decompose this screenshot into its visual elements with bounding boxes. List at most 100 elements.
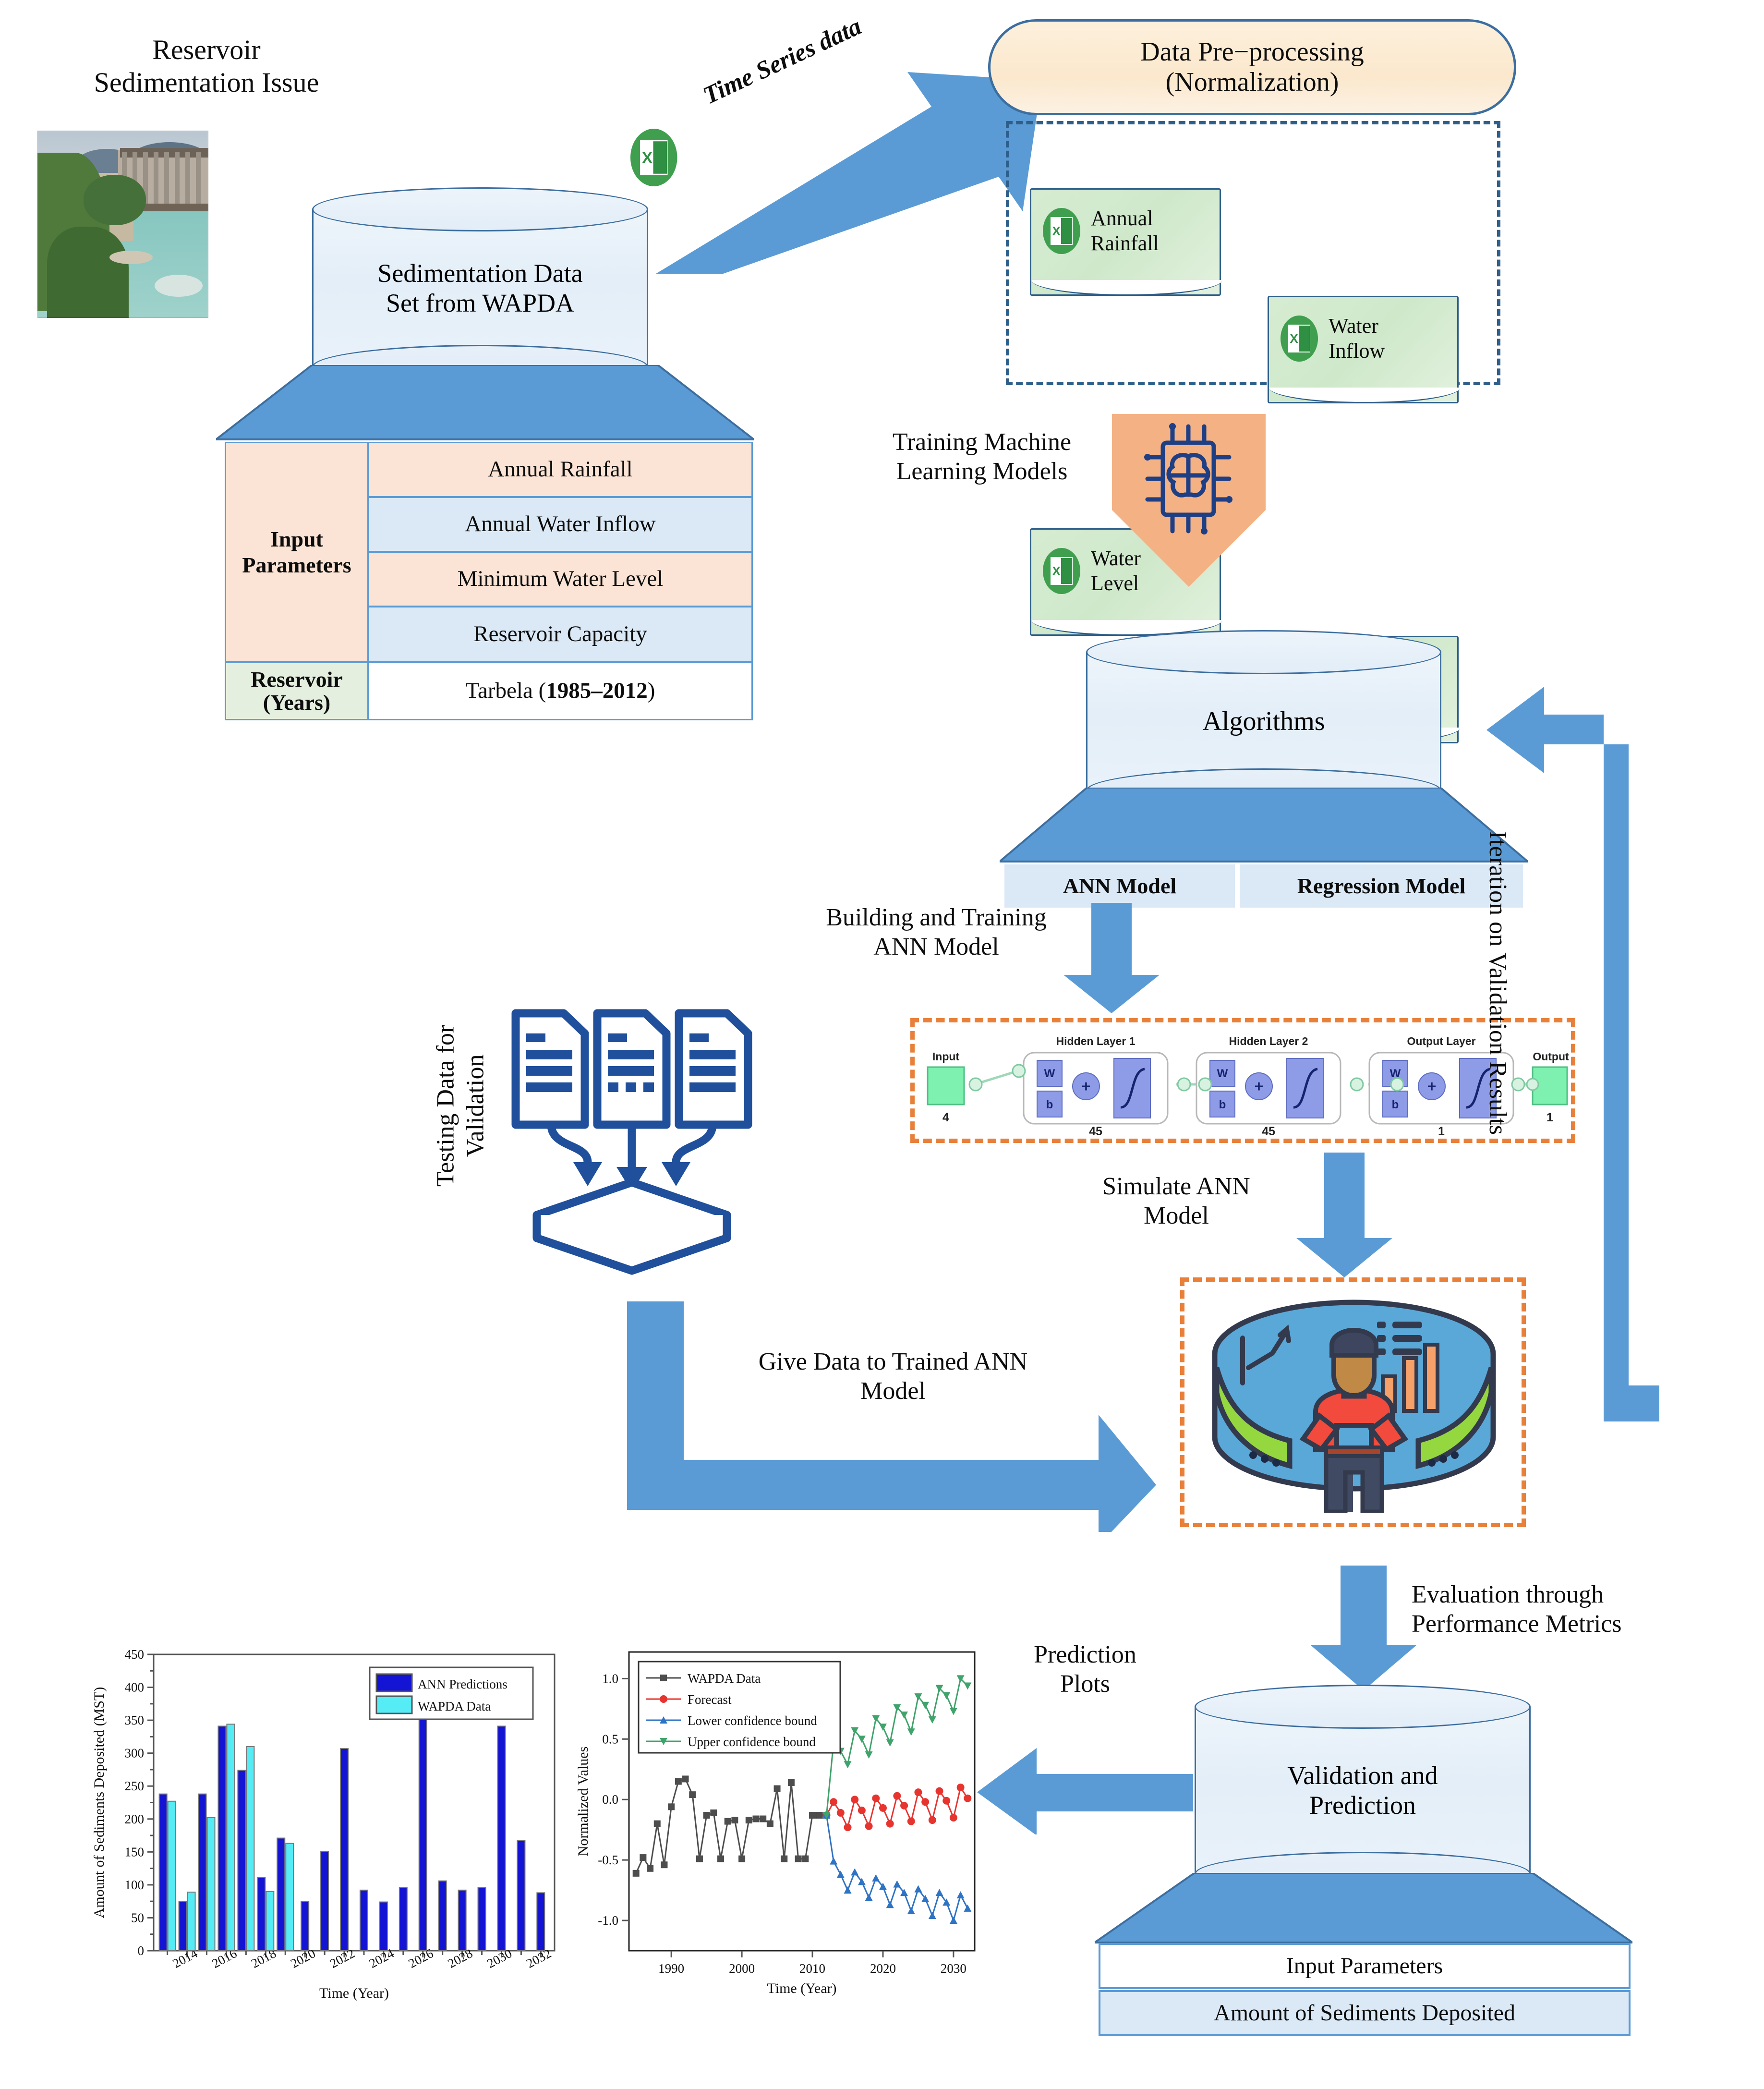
page-title: Reservoir Sedimentation Issue — [72, 34, 341, 99]
give-data-arrow — [627, 1301, 1156, 1532]
algorithms-label: Algorithms — [1202, 706, 1325, 736]
bar-ann-2029 — [477, 1887, 486, 1952]
row-header2-line1: Reservoir — [251, 667, 343, 692]
svg-text:2000: 2000 — [729, 1961, 755, 1976]
evaluation-line2: Performance Metrics — [1412, 1610, 1622, 1638]
svg-text:WAPDA Data: WAPDA Data — [688, 1671, 761, 1686]
card-line1: Water — [1329, 314, 1378, 338]
reservoir-year-range: 1985‒2012 — [546, 678, 648, 704]
bar-ann-2030 — [497, 1725, 506, 1951]
funnel-to-input-table — [216, 365, 754, 440]
line-chart-forecast: -1.0 -0.5 0.0 0.5 1.0 1990 2000 2010 2020 2030 WAP… — [575, 1651, 976, 1996]
simulate-line1: Simulate ANN — [1102, 1173, 1250, 1200]
output-layer-title: Output Layer — [1407, 1035, 1475, 1047]
svg-text:b: b — [1219, 1098, 1226, 1111]
excel-grid — [1061, 558, 1072, 584]
training-ml-line2: Learning Models — [896, 458, 1068, 486]
ann-model-box[interactable]: ANN Model — [1004, 864, 1235, 908]
output-box-sediments-deposited[interactable]: Amount of Sediments Deposited — [1099, 1990, 1631, 2036]
bar-wapda-2019 — [285, 1843, 294, 1951]
cylinder-top — [1195, 1685, 1531, 1729]
prediction-plots-label: Prediction Plots — [989, 1640, 1181, 1699]
arrow-to-ann-network — [1063, 903, 1160, 1013]
svg-text:2010: 2010 — [799, 1961, 825, 1976]
card-line2: Rainfall — [1091, 231, 1159, 255]
svg-text:WAPDA Data: WAPDA Data — [418, 1699, 491, 1713]
table-cell-reservoir-capacity: Reservoir Capacity — [368, 606, 753, 663]
row-header-line1: Input — [270, 526, 323, 551]
arrow-network-to-analyst — [1296, 1153, 1392, 1277]
preprocessing-title-line2: (Normalization) — [1165, 67, 1339, 97]
bar-wapda-2014 — [187, 1891, 196, 1952]
validation-line2: Prediction — [1309, 1791, 1416, 1820]
bar-ann-2024 — [379, 1901, 388, 1951]
svg-text:1990: 1990 — [658, 1961, 684, 1976]
ai-chip-brain-icon — [1144, 423, 1232, 534]
bar-ann-2019 — [277, 1837, 286, 1952]
svg-text:+: + — [1427, 1078, 1437, 1095]
series-wapda-data — [632, 1775, 830, 1877]
hidden-layer-1-count: 45 — [1089, 1125, 1102, 1138]
bar-wapda-2016 — [226, 1724, 235, 1952]
validation-line1: Validation and — [1287, 1761, 1438, 1790]
page-title-line1: Reservoir — [152, 34, 261, 65]
hidden-layer-2-count: 45 — [1262, 1125, 1275, 1138]
bar-ann-2022 — [340, 1748, 349, 1952]
evaluation-line1: Evaluation through — [1412, 1581, 1604, 1608]
input-parameters-table: Input Parameters Annual Rainfall Annual … — [225, 442, 753, 720]
data-analyst-icon — [1212, 1300, 1496, 1513]
tarbela-dam-photo — [37, 131, 208, 318]
preprocessing-card-annual-rainfall[interactable]: X Annual Rainfall — [1030, 188, 1222, 296]
excel-grid — [1061, 218, 1072, 244]
bar-ann-2013 — [158, 1793, 168, 1951]
cylinder-top — [312, 187, 648, 231]
svg-text:1.0: 1.0 — [602, 1671, 618, 1686]
funnel-to-output-boxes — [1095, 1873, 1632, 1943]
validation-prediction-label: Validation and Prediction — [1195, 1761, 1531, 1820]
bar-ann-2017 — [237, 1770, 246, 1951]
svg-text:b: b — [1392, 1098, 1399, 1111]
reservoir-name: Tarbela ( — [465, 678, 546, 704]
excel-x-glyph: X — [1052, 224, 1061, 238]
svg-text:350: 350 — [125, 1713, 145, 1727]
simulate-ann-label: Simulate ANN Model — [1066, 1172, 1287, 1231]
preprocessing-title-line1: Data Pre−processing — [1140, 37, 1364, 67]
prediction-plots-arrow — [977, 1748, 1193, 1834]
preprocessing-card-water-inflow[interactable]: X Water Inflow — [1268, 296, 1460, 403]
output-layer-count: 1 — [1438, 1125, 1445, 1138]
testing-data-line1: Testing Data for — [432, 1024, 459, 1187]
row-header2-line2: (Years) — [263, 690, 331, 715]
table-cell-annual-rainfall: Annual Rainfall — [368, 442, 753, 498]
svg-text:-1.0: -1.0 — [598, 1913, 618, 1928]
bar-ann-2014 — [178, 1901, 187, 1952]
svg-text:200: 200 — [125, 1812, 145, 1826]
bar-ann-2015 — [198, 1793, 207, 1951]
svg-text:ANN Predictions: ANN Predictions — [418, 1677, 507, 1691]
svg-text:0.0: 0.0 — [602, 1792, 618, 1807]
excel-grid — [1299, 326, 1310, 352]
svg-text:250: 250 — [125, 1779, 145, 1793]
page-title-line2: Sedimentation Issue — [94, 67, 319, 98]
svg-text:2020: 2020 — [870, 1961, 896, 1976]
excel-x-glyph: X — [1290, 331, 1298, 346]
svg-text:Amount of Sediments Deposited: Amount of Sediments Deposited (MST) — [91, 1687, 107, 1919]
building-training-label: Building and Training ANN Model — [787, 903, 1085, 962]
give-data-line1: Give Data to Trained ANN — [758, 1348, 1028, 1375]
card-line1: Annual — [1091, 206, 1153, 231]
svg-text:Forecast: Forecast — [688, 1692, 732, 1707]
input-label: Input — [932, 1050, 960, 1063]
bar-ann-2020 — [301, 1901, 310, 1952]
prediction-plots-line2: Plots — [1060, 1670, 1111, 1698]
evaluation-arrow — [1311, 1566, 1416, 1690]
bar-ann-2027 — [438, 1880, 447, 1952]
svg-text:150: 150 — [125, 1845, 145, 1859]
table-cell-annual-water-inflow: Annual Water Inflow — [368, 497, 753, 552]
svg-text:2030: 2030 — [941, 1961, 967, 1976]
building-training-line2: ANN Model — [873, 933, 999, 961]
bar-ann-2018 — [257, 1877, 266, 1951]
time-series-arrow — [656, 72, 1042, 274]
output-box-input-parameters[interactable]: Input Parameters — [1099, 1943, 1631, 1989]
training-ml-label: Training Machine Learning Models — [862, 427, 1102, 486]
svg-text:50: 50 — [131, 1910, 144, 1925]
bar-ann-2032 — [536, 1892, 545, 1951]
